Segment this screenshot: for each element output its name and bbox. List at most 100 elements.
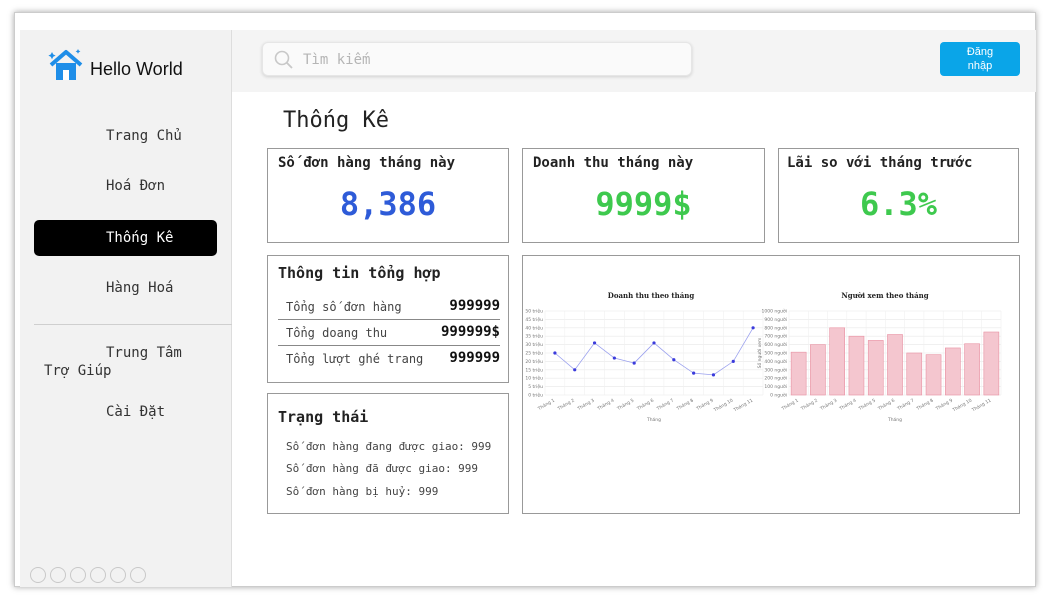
top-bar: Đăng nhập [232,30,1036,92]
y-tick-label: 900 người [764,316,787,323]
summary-row: Tổng doang thu 999999$ [278,322,500,346]
charts-canvas: Doanh thu theo tháng 0 triệu 5 triệu10 tri… [511,291,1002,423]
x-tick-label: Tháng 4 [837,397,857,413]
y-tick-label: 50 triệu [525,308,543,315]
sidebar-item-home[interactable]: Trang Chủ [20,118,232,154]
y-tick-label: 45 triệu [525,316,543,323]
x-tick-label: Tháng 10 [950,397,973,414]
x-tick-label: Tháng 3 [818,397,838,413]
bar [945,347,961,396]
house-icon [48,49,83,80]
login-button[interactable]: Đăng nhập [940,42,1020,76]
status-row: Số đơn hàng đã được giao: 999 [286,462,479,475]
sidebar-item-help-center[interactable]: Trung Tâm Trợ Giúp [44,344,232,380]
x-tick-label: Tháng 8 [914,397,934,413]
y-tick-label: 500 người [764,350,787,357]
x-tick-label: Tháng 3 [575,397,595,413]
search-icon [274,50,293,69]
bar [887,334,903,396]
summary-row: Tổng số đơn hàng 999999 [278,296,500,320]
social-icon[interactable] [50,567,66,583]
data-point [652,341,656,345]
summary-row-value: 999999$ [440,324,500,340]
kpi-label: Lãi so với tháng trước [787,155,973,171]
y-tick-label: 300 người [764,366,787,373]
x-axis-label: Tháng [887,416,902,423]
page-title: Thống Kê [283,108,389,133]
social-icon[interactable] [70,567,86,583]
x-tick-label: Tháng 1 [779,397,799,413]
data-point [711,373,716,377]
y-tick-label: 25 triệu [525,350,543,357]
bar [829,327,845,396]
status-row: Số đơn hàng đang được giao: 999 [286,440,492,453]
x-tick-label: Tháng 9 [694,397,714,413]
data-point [751,326,755,330]
x-tick-label: Tháng 5 [615,397,635,413]
data-point [632,361,636,365]
summary-row-value: 999999 [449,298,500,314]
chart-title: Doanh thu theo tháng [608,291,695,300]
x-tick-label: Tháng 1 [536,397,556,413]
social-icon[interactable] [130,567,146,583]
y-tick-label: 1000 người [762,308,787,315]
social-icon[interactable] [110,567,126,583]
x-tick-label: Tháng 11 [970,397,993,414]
sidebar: Hello World Trang Chủ Hoá Đơn Thống Kê H… [20,30,232,587]
x-tick-label: Tháng 5 [856,397,876,413]
bar [848,335,865,396]
bar [983,331,1000,396]
social-icon[interactable] [30,567,46,583]
bar [964,343,980,396]
y-tick-label: 800 người [764,324,787,331]
bar [790,351,807,396]
data-point [592,341,597,345]
data-point [672,358,676,362]
sidebar-item-settings[interactable]: Cài Đặt [20,394,232,430]
data-point [553,351,557,355]
sidebar-item-statistics[interactable]: Thống Kê [34,220,217,256]
kpi-card-revenue: Doanh thu tháng này 9999$ [522,148,765,243]
y-tick-label: 30 triệu [525,341,543,348]
y-tick-label: 20 triệu [525,358,543,365]
x-tick-label: Tháng 6 [635,397,655,413]
search-input[interactable] [303,48,683,72]
summary-row-label: Tổng doang thu [286,326,388,340]
data-point [692,371,696,375]
login-line1: Đăng [966,46,994,58]
x-tick-label: Tháng 2 [555,397,575,413]
sidebar-item-products[interactable]: Hàng Hoá [20,270,232,306]
footer-icons [30,567,146,583]
kpi-label: Doanh thu tháng này [533,155,694,171]
y-tick-label: 400 người [764,358,787,365]
x-tick-label: Tháng 8 [674,397,694,413]
x-tick-label: Tháng 6 [876,397,896,413]
x-axis-label: Tháng [646,416,661,423]
brand[interactable]: Hello World [48,48,183,82]
bar [867,340,884,396]
login-line2: nhập [967,60,993,72]
y-tick-label: 0 triệu [528,392,543,399]
kpi-card-orders: Số đơn hàng tháng này 8,386 [267,148,509,243]
kpi-card-profit: Lãi so với tháng trước 6.3% [778,148,1019,243]
x-tick-label: Tháng 4 [595,397,615,413]
kpi-label: Số đơn hàng tháng này [278,155,456,171]
summary-row-label: Tổng số đơn hàng [286,300,402,314]
bar [925,354,942,396]
help-center-line2: Trợ Giúp [44,363,112,379]
summary-card: Thông tin tổng hợp Tổng số đơn hàng 9999… [267,255,509,383]
sidebar-item-invoices[interactable]: Hoá Đơn [20,168,232,204]
y-tick-label: 35 triệu [525,333,543,340]
data-point [731,359,735,363]
summary-row-value: 999999 [449,350,500,366]
status-card: Trạng thái Số đơn hàng đang được giao: 9… [267,393,509,514]
bar [810,344,826,396]
x-tick-label: Tháng 7 [895,397,915,413]
data-point [573,368,577,372]
y-tick-label: 10 triệu [525,375,543,382]
search-box[interactable] [262,42,692,76]
kpi-value: 9999$ [595,185,692,223]
social-icon[interactable] [90,567,106,583]
y-tick-label: 100 người [764,383,787,390]
chart-title: Người xem theo tháng [841,291,928,300]
